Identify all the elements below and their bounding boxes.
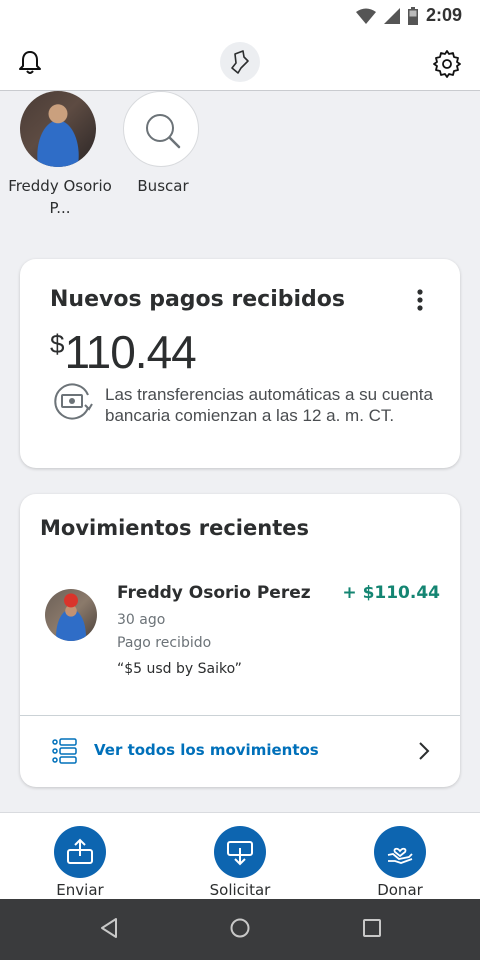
wifi-icon xyxy=(355,8,376,24)
clock: 2:09 xyxy=(425,5,462,25)
send-button[interactable]: Enviar xyxy=(20,813,140,900)
logo-glyph-icon xyxy=(231,50,249,74)
status-icons: 2:09 xyxy=(355,5,462,26)
bell-icon[interactable] xyxy=(16,48,44,76)
avatar xyxy=(20,91,96,167)
contact-name: Freddy Osorio P... xyxy=(8,177,112,217)
paypal-logo-icon[interactable] xyxy=(220,42,260,82)
contact-name: Buscar xyxy=(137,177,189,195)
search-icon xyxy=(146,114,181,149)
amount-value: 110.44 xyxy=(64,326,196,378)
transaction-date: 30 ago xyxy=(117,612,166,628)
see-all-activity-link[interactable]: Ver todos los movimientos xyxy=(20,716,460,787)
system-navigation-bar xyxy=(0,899,480,960)
recent-activity-title: Movimientos recientes xyxy=(40,516,309,540)
transaction-type: Pago recibido xyxy=(117,635,212,651)
back-icon[interactable] xyxy=(99,917,119,939)
status-bar: 2:09 xyxy=(0,0,480,34)
search-avatar xyxy=(123,91,199,167)
recent-contacts: Freddy Osorio P... Buscar xyxy=(0,91,480,221)
balance-card[interactable]: Nuevos pagos recibidos $110.44 Las trans… xyxy=(20,259,460,468)
balance-card-title: Nuevos pagos recibidos xyxy=(50,287,346,312)
recent-activity-card: Movimientos recientes Freddy Osorio Pere… xyxy=(20,494,460,787)
list-icon xyxy=(52,738,77,764)
chevron-right-icon xyxy=(419,742,430,760)
request-icon xyxy=(227,841,253,866)
donate-button[interactable]: Donar xyxy=(340,813,460,900)
home-icon[interactable] xyxy=(229,917,251,939)
transfer-note: Las transferencias automáticas a su cuen… xyxy=(105,385,433,425)
transaction-note: “$5 usd by Saiko” xyxy=(117,661,242,677)
see-all-label: Ver todos los movimientos xyxy=(94,741,319,759)
avatar xyxy=(45,589,97,641)
send-icon xyxy=(67,838,93,864)
donate-button-circle xyxy=(374,826,426,878)
transaction-amount: + $110.44 xyxy=(342,583,440,603)
request-button-circle xyxy=(214,826,266,878)
send-label: Enviar xyxy=(56,881,104,899)
transaction-name: Freddy Osorio Perez xyxy=(117,583,311,603)
recents-icon[interactable] xyxy=(362,917,382,939)
donate-label: Donar xyxy=(377,881,423,899)
currency-symbol: $ xyxy=(50,329,65,359)
battery-icon xyxy=(407,6,418,25)
bank-transfer-icon xyxy=(54,383,93,420)
more-vertical-icon[interactable] xyxy=(412,289,428,313)
gear-icon[interactable] xyxy=(432,48,462,78)
balance-amount: $110.44 xyxy=(50,325,197,379)
send-button-circle xyxy=(54,826,106,878)
app-header xyxy=(0,34,480,91)
bottom-action-bar: Enviar Solicitar Donar xyxy=(0,812,480,899)
donate-icon xyxy=(387,847,413,864)
request-label: Solicitar xyxy=(209,881,271,899)
request-button[interactable]: Solicitar xyxy=(180,813,300,900)
cell-signal-icon xyxy=(383,7,400,24)
